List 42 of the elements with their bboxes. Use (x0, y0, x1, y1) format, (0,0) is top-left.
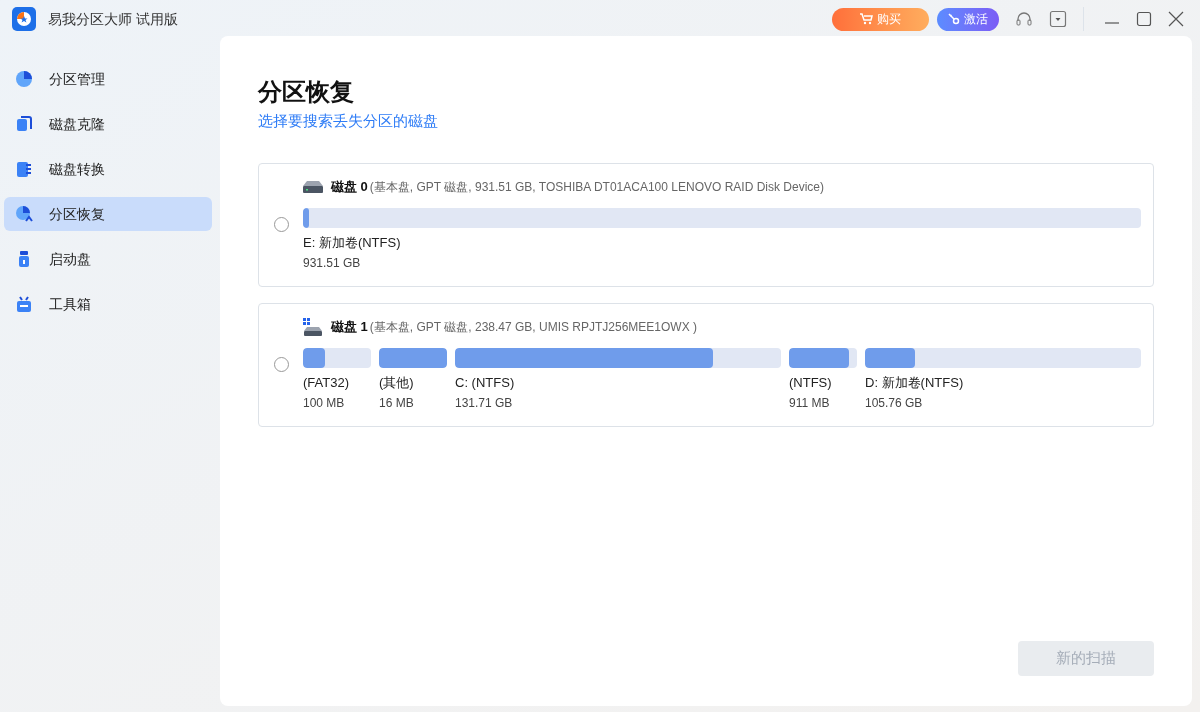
disk-details: (基本盘, GPT 磁盘, 931.51 GB, TOSHIBA DT01ACA100 LENOVO RAID Disk Device) (369, 178, 824, 196)
partition-size: 105.76 GB (865, 395, 924, 412)
cart-icon (860, 13, 873, 25)
nav-icon (15, 205, 33, 223)
nav-icon (15, 160, 33, 178)
activate-button[interactable]: 激活 (937, 7, 999, 31)
partition-label: (NTFS) (789, 373, 833, 392)
disk-name: 磁盘 1 (331, 318, 368, 336)
app-title: 易我分区大师 试用版 (48, 9, 178, 29)
partition-size: 16 MB (379, 395, 415, 412)
sidebar-item[interactable]: 分区管理 (4, 62, 212, 96)
page-title: 分区恢复 (258, 77, 355, 107)
sidebar-item[interactable]: 工具箱 (4, 287, 212, 321)
partition-size: 100 MB (303, 395, 346, 412)
dropdown-menu-icon[interactable] (1049, 10, 1067, 28)
app-logo-icon (12, 7, 36, 31)
support-headset-icon[interactable] (1015, 10, 1033, 28)
disk-details: (基本盘, GPT 磁盘, 238.47 GB, UMIS RPJTJ256MEE1OWX ) (369, 318, 698, 336)
partition-size: 931.51 GB (303, 255, 362, 272)
sidebar-item[interactable]: 启动盘 (4, 242, 212, 276)
sidebar-item[interactable]: 磁盘克隆 (4, 107, 212, 141)
maximize-icon[interactable] (1136, 11, 1152, 27)
disk-card[interactable]: 磁盘 1(基本盘, GPT 磁盘, 238.47 GB, UMIS RPJTJ256MEE1OWX ) (FAT32) 100 MB (其他) 16 MB C: (NTFS) 131.71 GB (NTFS) 911 MB D: 新加卷(NTFS) 105.76 GB (258, 302, 1154, 427)
page-subtitle: 选择要搜索丢失分区的磁盘 (258, 111, 439, 131)
partition-label: C: (NTFS) (455, 373, 516, 392)
partition-label: D: 新加卷(NTFS) (865, 373, 965, 392)
nav-icon (15, 70, 33, 88)
disk-drive-icon (303, 180, 323, 193)
partition-size: 911 MB (789, 395, 831, 412)
nav-icon (15, 115, 33, 133)
partition-label: E: 新加卷(NTFS) (303, 233, 402, 252)
partition-label: (FAT32) (303, 373, 350, 392)
key-icon (948, 13, 960, 25)
disk-card[interactable]: 磁盘 0(基本盘, GPT 磁盘, 931.51 GB, TOSHIBA DT01ACA100 LENOVO RAID Disk Device) E: 新加卷(NTFS) 931.51 GB (258, 162, 1154, 287)
partition-size: 131.71 GB (455, 395, 514, 412)
nav-icon (15, 295, 33, 313)
partition-label: (其他) (379, 373, 415, 392)
close-icon[interactable] (1168, 11, 1184, 27)
system-disk-icon (303, 317, 323, 336)
sidebar-item[interactable]: 分区恢复 (4, 197, 212, 231)
sidebar-item[interactable]: 磁盘转换 (4, 152, 212, 186)
disk-name: 磁盘 0 (331, 178, 368, 196)
